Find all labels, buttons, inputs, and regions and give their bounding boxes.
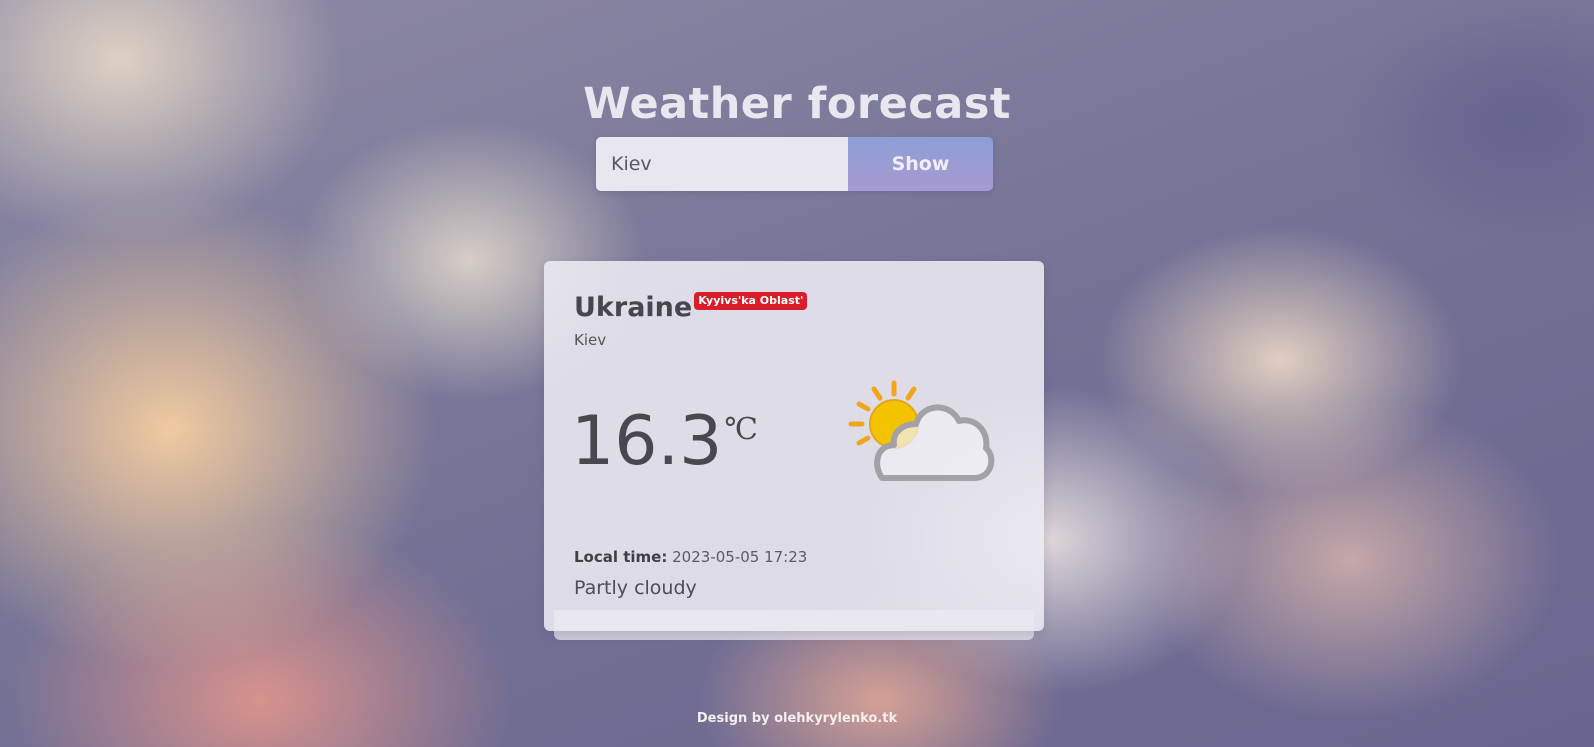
local-time-value: 2023-05-05 17:23 (672, 548, 808, 566)
temperature-unit: ℃ (724, 412, 758, 447)
weather-condition: Partly cloudy (574, 577, 697, 599)
footer-credit: Design by olehkyrylenko.tk (696, 711, 898, 726)
local-time: Local time: 2023-05-05 17:23 (574, 548, 807, 566)
city-name: Kiev (574, 331, 607, 349)
city-search-input[interactable] (596, 137, 848, 191)
weather-card: Ukraine Kyyivs'ka Oblast' Kiev 16.3 ℃ Lo… (544, 261, 1044, 631)
country-name: Ukraine (574, 292, 693, 323)
search-form: Show (596, 137, 993, 191)
temperature-row: 16.3 ℃ (571, 406, 758, 478)
partly-cloudy-icon (846, 377, 996, 492)
local-time-label: Local time: (574, 548, 668, 566)
temperature-value: 16.3 (571, 402, 723, 481)
location-row: Ukraine Kyyivs'ka Oblast' (574, 292, 808, 323)
region-badge: Kyyivs'ka Oblast' (694, 292, 808, 310)
show-button[interactable]: Show (848, 137, 993, 191)
page-title: Weather forecast (583, 78, 1011, 129)
